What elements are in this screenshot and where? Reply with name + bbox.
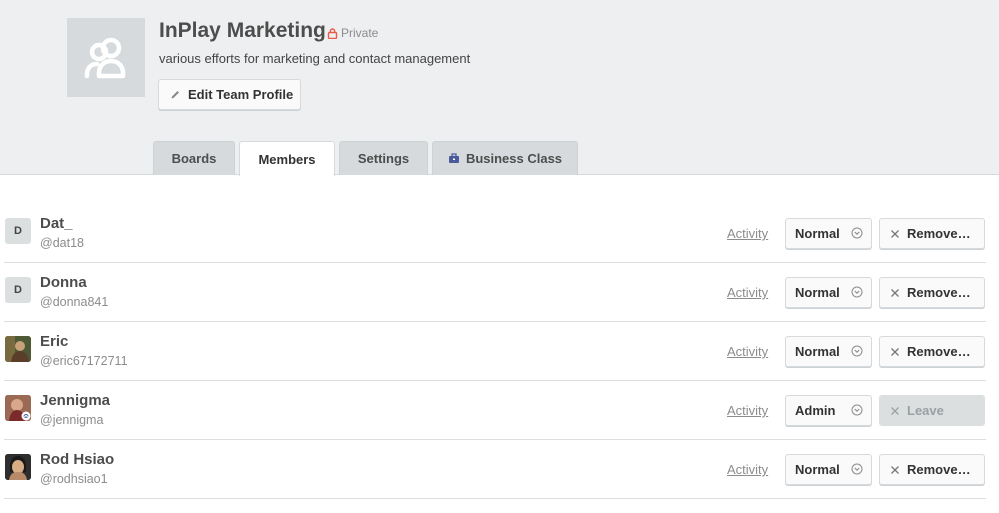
permission-value: Normal — [795, 462, 840, 477]
avatar-photo — [5, 454, 31, 480]
activity-link[interactable]: Activity — [727, 462, 768, 477]
tab-label: Boards — [171, 151, 217, 166]
team-logo[interactable] — [67, 18, 145, 97]
close-icon — [891, 406, 899, 415]
tab-boards[interactable]: Boards — [153, 141, 235, 175]
remove-label: Remove… — [907, 462, 971, 477]
avatar-photo — [5, 336, 31, 362]
team-icon — [84, 37, 126, 78]
chevron-down-icon — [851, 404, 863, 416]
member-name[interactable]: Rod Hsiao — [40, 451, 114, 468]
member-username: @eric67172711 — [40, 354, 128, 368]
permission-select[interactable]: Normal — [785, 336, 872, 367]
leave-label: Leave — [907, 403, 944, 418]
permission-select[interactable]: Admin — [785, 395, 872, 426]
tab-label: Business Class — [465, 151, 563, 166]
permission-select[interactable]: Normal — [785, 218, 872, 249]
remove-member-button[interactable]: Remove… — [879, 277, 985, 308]
chevron-down-icon — [851, 286, 863, 298]
tab-settings[interactable]: Settings — [339, 141, 428, 175]
tab-business-class[interactable]: Business Class — [432, 141, 578, 175]
activity-link[interactable]: Activity — [727, 344, 768, 359]
permission-select[interactable]: Normal — [785, 454, 872, 485]
member-name[interactable]: Jennigma — [40, 392, 110, 409]
avatar[interactable]: D — [5, 218, 31, 244]
remove-member-button[interactable]: Remove… — [879, 218, 985, 249]
lock-icon — [327, 27, 338, 39]
chevron-down-icon — [851, 227, 863, 239]
chevron-down-icon — [851, 463, 863, 475]
edit-team-profile-label: Edit Team Profile — [188, 87, 294, 102]
member-username: @rodhsiao1 — [40, 472, 108, 486]
member-row: Rod Hsiao @rodhsiao1 Activity Normal Rem… — [4, 440, 986, 499]
remove-member-button[interactable]: Remove… — [879, 454, 985, 485]
close-icon — [891, 347, 899, 356]
permission-select[interactable]: Normal — [785, 277, 872, 308]
leave-team-button[interactable]: Leave — [879, 395, 985, 426]
avatar[interactable] — [5, 454, 31, 480]
chevron-down-icon — [851, 345, 863, 357]
remove-label: Remove… — [907, 226, 971, 241]
avatar-photo — [5, 395, 31, 421]
member-name[interactable]: Eric — [40, 333, 68, 350]
member-row: Jennigma @jennigma Activity Admin Leave — [4, 381, 986, 440]
activity-link[interactable]: Activity — [727, 403, 768, 418]
permission-value: Normal — [795, 285, 840, 300]
close-icon — [891, 229, 899, 238]
activity-link[interactable]: Activity — [727, 285, 768, 300]
briefcase-icon — [448, 153, 459, 163]
member-row: Eric @eric67172711 Activity Normal Remov… — [4, 322, 986, 381]
close-icon — [891, 288, 899, 297]
visibility-badge: Private — [327, 26, 378, 40]
avatar[interactable] — [5, 395, 31, 421]
remove-label: Remove… — [907, 344, 971, 359]
member-name[interactable]: Dat_ — [40, 215, 73, 232]
member-username: @dat18 — [40, 236, 84, 250]
remove-member-button[interactable]: Remove… — [879, 336, 985, 367]
tab-label: Members — [258, 151, 316, 167]
team-description: various efforts for marketing and contac… — [159, 51, 471, 66]
permission-value: Normal — [795, 344, 840, 359]
member-name[interactable]: Donna — [40, 274, 87, 291]
remove-label: Remove… — [907, 285, 971, 300]
team-name: InPlay Marketing — [159, 19, 326, 42]
close-icon — [891, 465, 899, 474]
tab-label: Settings — [357, 151, 410, 166]
member-row: D Dat_ @dat18 Activity Normal Remove… — [4, 204, 986, 263]
member-username: @donna841 — [40, 295, 109, 309]
member-row: D Donna @donna841 Activity Normal Remove… — [4, 263, 986, 322]
avatar[interactable]: D — [5, 277, 31, 303]
tab-members[interactable]: Members — [239, 141, 335, 176]
pencil-icon — [171, 91, 179, 99]
visibility-label: Private — [341, 26, 379, 40]
avatar[interactable] — [5, 336, 31, 362]
permission-value: Admin — [795, 403, 836, 418]
member-username: @jennigma — [40, 413, 104, 427]
permission-value: Normal — [795, 226, 840, 241]
edit-team-profile-button[interactable]: Edit Team Profile — [158, 79, 301, 110]
activity-link[interactable]: Activity — [727, 226, 768, 241]
